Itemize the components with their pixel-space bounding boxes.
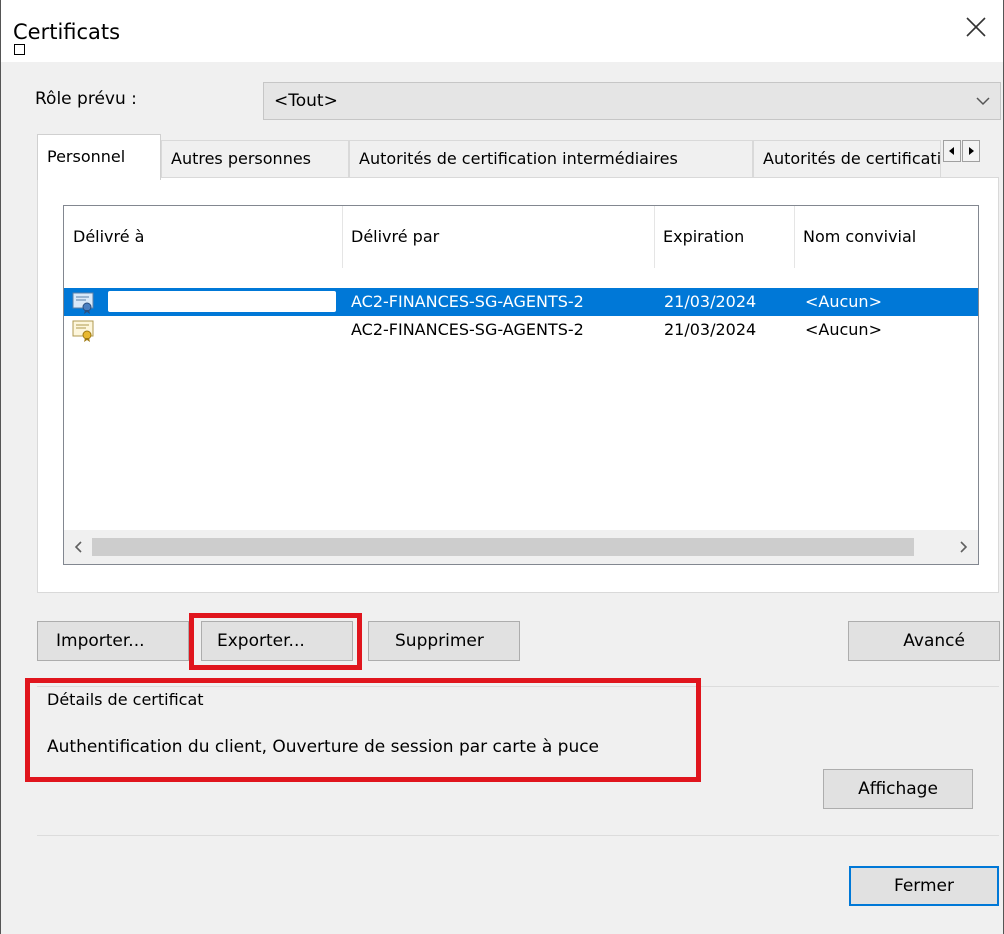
certificate-list[interactable]: Délivré à Délivré par Expiration Nom con…: [63, 205, 979, 565]
column-header-issued-to[interactable]: Délivré à: [64, 206, 342, 268]
tab-scroll-arrows: [943, 140, 980, 162]
friendly-name-value: <Aucun>: [805, 292, 882, 311]
delete-button-label: Supprimer: [395, 631, 484, 651]
tab-autres-personnes[interactable]: Autres personnes: [161, 140, 349, 178]
tab-autorites-racines[interactable]: Autorités de certification racines de co…: [753, 140, 941, 178]
expiration-value: 21/03/2024: [664, 292, 757, 311]
arrow-left-icon: [949, 147, 954, 155]
tab-label: Autorités de certification intermédiaire…: [359, 149, 678, 168]
close-icon[interactable]: [963, 14, 989, 40]
tab-scroll-left-button[interactable]: [943, 140, 961, 162]
scrollbar-thumb[interactable]: [92, 538, 914, 556]
certificate-purposes: Authentification du client, Ouverture de…: [47, 737, 600, 757]
certificate-icon: [72, 320, 94, 342]
issued-by-value: AC2-FINANCES-SG-AGENTS-2: [351, 320, 584, 339]
chevron-left-icon: [74, 541, 82, 553]
scroll-right-button[interactable]: [954, 538, 974, 556]
delete-button[interactable]: Supprimer: [368, 621, 520, 661]
column-header-expiration[interactable]: Expiration: [654, 206, 794, 268]
column-header-issued-by[interactable]: Délivré par: [342, 206, 654, 268]
tab-label: Autres personnes: [171, 149, 312, 168]
column-header-friendly-name[interactable]: Nom convivial: [794, 206, 978, 268]
import-button-label: Importer...: [56, 631, 145, 651]
role-label: Rôle prévu :: [35, 89, 137, 109]
view-button[interactable]: Affichage: [823, 769, 973, 809]
certificate-row[interactable]: AC2-FINANCES-SG-AGENTS-2 21/03/2024 <Auc…: [64, 316, 978, 344]
arrow-right-icon: [969, 147, 974, 155]
tab-scroll-right-button[interactable]: [962, 140, 980, 162]
tab-autorites-intermediaires[interactable]: Autorités de certification intermédiaire…: [349, 140, 753, 178]
advanced-button-label: Avancé: [903, 631, 965, 651]
title-bar: Certificats: [1, 0, 1003, 62]
view-button-label: Affichage: [858, 779, 938, 799]
export-button-label: Exporter...: [217, 631, 305, 651]
chevron-down-icon: [976, 97, 990, 106]
expiration-value: 21/03/2024: [664, 320, 757, 339]
dialog-title: Certificats: [13, 20, 121, 44]
import-button[interactable]: Importer...: [37, 621, 189, 661]
tab-panel: Délivré à Délivré par Expiration Nom con…: [37, 177, 999, 593]
certificate-row[interactable]: AC2-FINANCES-SG-AGENTS-2 21/03/2024 <Auc…: [64, 288, 978, 316]
role-selected-value: <Tout>: [274, 91, 338, 111]
horizontal-scrollbar[interactable]: [64, 530, 978, 564]
issued-to-value: [108, 291, 336, 312]
export-button[interactable]: Exporter...: [201, 621, 353, 661]
close-button[interactable]: Fermer: [849, 866, 999, 906]
tab-label: Personnel: [47, 147, 126, 166]
issued-by-value: AC2-FINANCES-SG-AGENTS-2: [351, 292, 584, 311]
tab-personnel[interactable]: Personnel: [37, 134, 161, 180]
role-dropdown[interactable]: <Tout>: [263, 82, 1001, 120]
details-title: Détails de certificat: [47, 690, 204, 709]
advanced-button[interactable]: Avancé: [848, 621, 1000, 661]
tab-label: Autorités de certification racines de co…: [763, 149, 941, 168]
certificate-icon: [72, 292, 94, 314]
certificates-dialog: Certificats Rôle prévu : <Tout> Personne…: [0, 0, 1004, 934]
scroll-left-button[interactable]: [68, 538, 88, 556]
friendly-name-value: <Aucun>: [805, 320, 882, 339]
close-button-label: Fermer: [893, 876, 954, 896]
system-menu-box: [14, 44, 25, 55]
chevron-right-icon: [960, 541, 968, 553]
